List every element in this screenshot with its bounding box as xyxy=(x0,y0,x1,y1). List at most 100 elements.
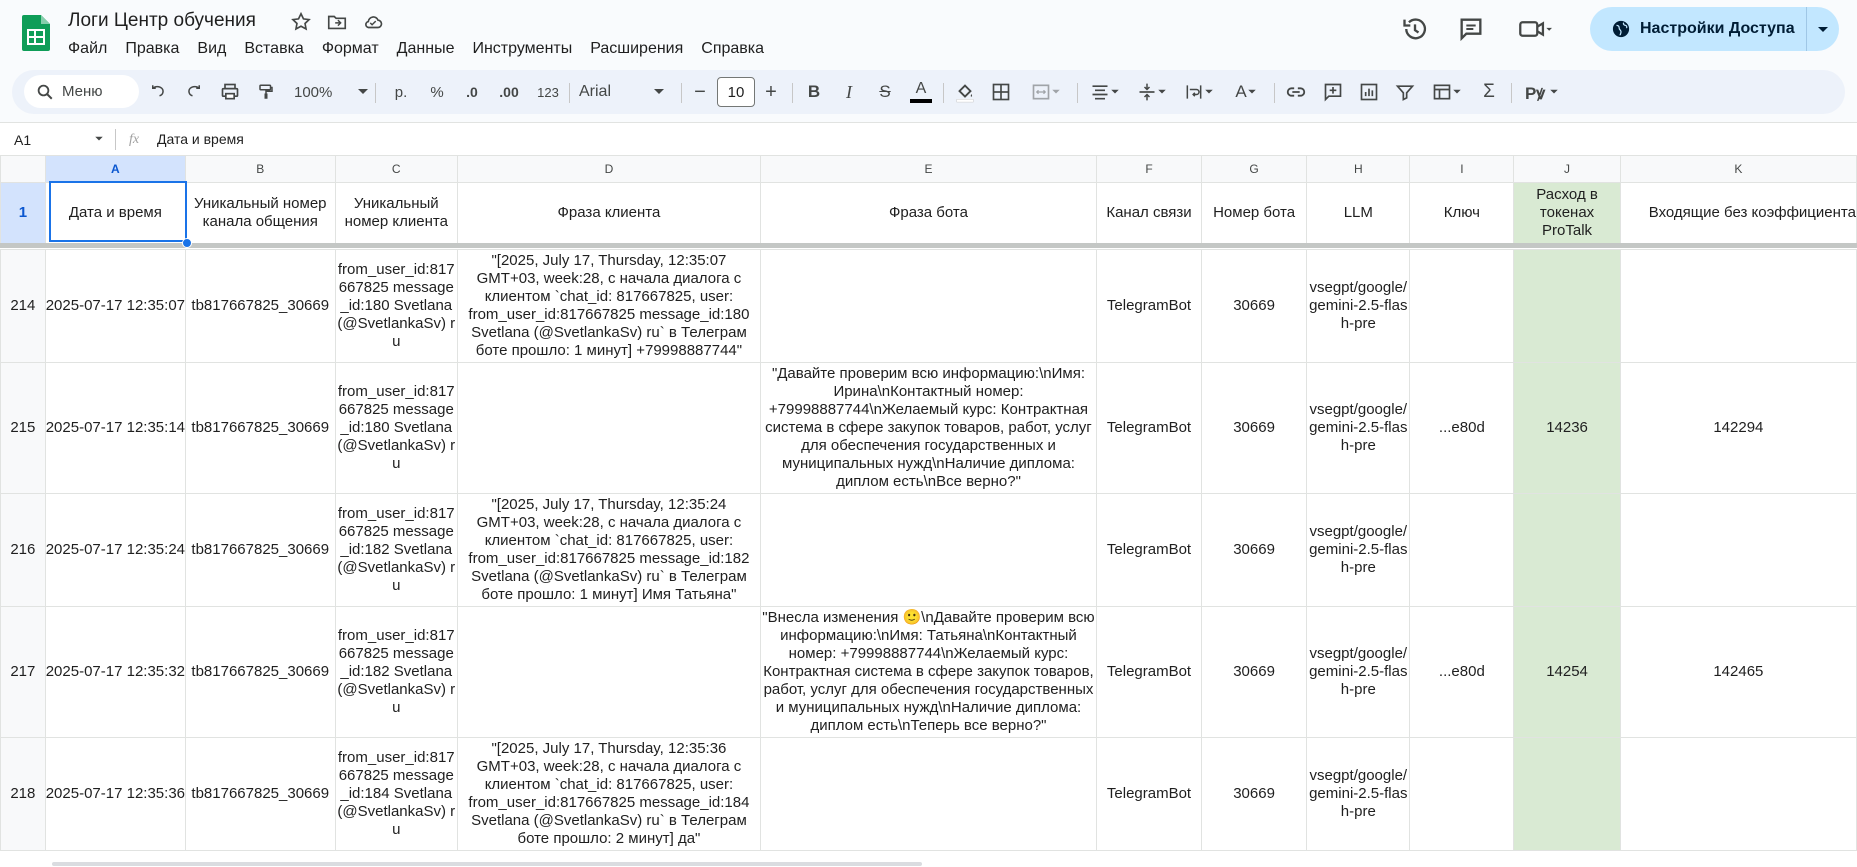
header-cell-llm[interactable]: LLM xyxy=(1306,182,1411,244)
column-header-k[interactable]: K xyxy=(1619,155,1857,183)
cell-channel-id[interactable]: tb817667825_30669 xyxy=(185,737,336,851)
cell-token-usage[interactable]: 14236 xyxy=(1513,362,1621,494)
cell-client-id[interactable]: from_user_id:817667825 message_id:180 Sv… xyxy=(334,362,459,494)
zoom-dropdown-icon[interactable] xyxy=(357,88,369,96)
cell-llm[interactable]: vsegpt/google/gemini-2.5-flash-pre xyxy=(1306,737,1411,851)
borders-button[interactable] xyxy=(988,78,1014,106)
menu-edit[interactable]: Правка xyxy=(116,38,188,60)
cell-incoming[interactable] xyxy=(1619,249,1857,363)
horizontal-align-button[interactable] xyxy=(1085,78,1125,106)
cell-channel[interactable]: TelegramBot xyxy=(1096,249,1202,363)
font-dropdown-icon[interactable] xyxy=(653,88,665,96)
cell-datetime[interactable]: 2025-07-17 12:35:32 xyxy=(44,606,187,738)
cell-channel-id[interactable]: tb817667825_30669 xyxy=(185,362,336,494)
cell-key[interactable] xyxy=(1409,493,1515,607)
cell-datetime[interactable]: 2025-07-17 12:35:24 xyxy=(44,493,187,607)
header-cell-channel[interactable]: Канал связи xyxy=(1096,182,1202,244)
menu-file[interactable]: Файл xyxy=(60,38,116,60)
cloud-saved-icon[interactable] xyxy=(362,11,384,33)
italic-button[interactable]: I xyxy=(837,78,861,106)
redo-button[interactable] xyxy=(182,78,206,106)
number-format-button[interactable]: 123 xyxy=(533,78,563,106)
functions-button[interactable]: Σ xyxy=(1476,78,1502,106)
percent-format-button[interactable]: % xyxy=(425,78,449,106)
column-header-f[interactable]: F xyxy=(1096,155,1202,183)
row-header[interactable]: 216 xyxy=(0,493,46,607)
cell-datetime[interactable]: 2025-07-17 12:35:36 xyxy=(44,737,187,851)
cell-client-id[interactable]: from_user_id:817667825 message_id:182 Sv… xyxy=(334,493,459,607)
undo-button[interactable] xyxy=(146,78,170,106)
currency-format-button[interactable]: р. xyxy=(387,78,415,106)
cell-token-usage[interactable] xyxy=(1513,737,1621,851)
text-wrapping-button[interactable] xyxy=(1179,78,1219,106)
strikethrough-button[interactable]: S xyxy=(873,78,897,106)
cell-channel[interactable]: TelegramBot xyxy=(1096,362,1202,494)
decrease-decimal-button[interactable]: .0 xyxy=(458,78,486,106)
header-cell-token-usage[interactable]: Расход в токенах ProTalk xyxy=(1513,182,1621,244)
cell-datetime[interactable]: 2025-07-17 12:35:14 xyxy=(44,362,187,494)
insert-chart-button[interactable] xyxy=(1356,78,1382,106)
cell-token-usage[interactable] xyxy=(1513,493,1621,607)
cell-llm[interactable]: vsegpt/google/gemini-2.5-flash-pre xyxy=(1306,493,1411,607)
column-header-d[interactable]: D xyxy=(457,155,761,183)
cell-channel[interactable]: TelegramBot xyxy=(1096,493,1202,607)
header-cell-bot-phrase[interactable]: Фраза бота xyxy=(759,182,1098,244)
cell-channel[interactable]: TelegramBot xyxy=(1096,737,1202,851)
bold-button[interactable]: B xyxy=(802,78,826,106)
insert-link-button[interactable] xyxy=(1283,78,1309,106)
comments-icon[interactable] xyxy=(1457,15,1485,43)
cell-datetime[interactable]: 2025-07-17 12:35:07 xyxy=(44,249,187,363)
font-size-input[interactable]: 10 xyxy=(717,77,755,107)
decrease-font-size-button[interactable]: − xyxy=(689,78,711,106)
sheets-logo-icon[interactable] xyxy=(22,15,50,51)
cell-token-usage[interactable]: 14254 xyxy=(1513,606,1621,738)
column-header-e[interactable]: E xyxy=(759,155,1098,183)
share-button[interactable]: Настройки Доступа xyxy=(1590,7,1805,51)
cell-bot-number[interactable]: 30669 xyxy=(1200,362,1308,494)
select-all-corner[interactable] xyxy=(0,155,46,183)
column-header-i[interactable]: I xyxy=(1409,155,1515,183)
name-box-dropdown-icon[interactable] xyxy=(94,136,104,142)
cell-key[interactable] xyxy=(1409,737,1515,851)
fill-color-button[interactable] xyxy=(952,78,978,106)
cell-bot-phrase[interactable] xyxy=(759,493,1098,607)
row-header[interactable]: 217 xyxy=(0,606,46,738)
meet-icon[interactable] xyxy=(1518,15,1552,43)
row-header[interactable]: 215 xyxy=(0,362,46,494)
cell-bot-number[interactable]: 30669 xyxy=(1200,249,1308,363)
cell-incoming[interactable]: 142465 xyxy=(1619,606,1857,738)
fill-handle[interactable] xyxy=(182,238,192,248)
row-header-1[interactable]: 1 xyxy=(0,182,46,244)
cell-channel-id[interactable]: tb817667825_30669 xyxy=(185,249,336,363)
header-cell-channel-id[interactable]: Уникальный номер канала общения xyxy=(185,182,336,244)
cell-client-phrase[interactable]: "[2025, July 17, Thursday, 12:35:36 GMT+… xyxy=(457,737,761,851)
input-tools-button[interactable]: Рꝟ xyxy=(1520,78,1564,106)
cell-channel-id[interactable]: tb817667825_30669 xyxy=(185,493,336,607)
cell-incoming[interactable]: 142294 xyxy=(1619,362,1857,494)
row-header[interactable]: 218 xyxy=(0,737,46,851)
cell-bot-number[interactable]: 30669 xyxy=(1200,606,1308,738)
cell-channel-id[interactable]: tb817667825_30669 xyxy=(185,606,336,738)
cell-llm[interactable]: vsegpt/google/gemini-2.5-flash-pre xyxy=(1306,362,1411,494)
menu-data[interactable]: Данные xyxy=(388,38,464,60)
column-header-c[interactable]: C xyxy=(334,155,459,183)
cell-bot-phrase[interactable]: "Давайте проверим всю информацию:\nИмя: … xyxy=(759,362,1098,494)
menu-help[interactable]: Справка xyxy=(692,38,773,60)
cell-channel[interactable]: TelegramBot xyxy=(1096,606,1202,738)
menu-search[interactable]: Меню xyxy=(24,75,139,108)
share-dropdown-icon[interactable] xyxy=(1807,7,1839,51)
text-rotation-button[interactable]: A xyxy=(1226,78,1266,106)
header-cell-bot-number[interactable]: Номер бота xyxy=(1200,182,1308,244)
row-header[interactable]: 214 xyxy=(0,249,46,363)
menu-view[interactable]: Вид xyxy=(188,38,235,60)
cell-client-phrase[interactable]: "[2025, July 17, Thursday, 12:35:07 GMT+… xyxy=(457,249,761,363)
document-title[interactable]: Логи Центр обучения xyxy=(68,10,256,32)
increase-font-size-button[interactable]: + xyxy=(760,78,782,106)
column-header-b[interactable]: B xyxy=(185,155,336,183)
column-header-g[interactable]: G xyxy=(1200,155,1308,183)
header-cell-client-id[interactable]: Уникальный номер клиента xyxy=(334,182,459,244)
cell-bot-phrase[interactable]: "Внесла изменения 🙂\nДавайте проверим вс… xyxy=(759,606,1098,738)
cell-client-id[interactable]: from_user_id:817667825 message_id:184 Sv… xyxy=(334,737,459,851)
star-icon[interactable] xyxy=(290,11,312,33)
menu-extensions[interactable]: Расширения xyxy=(581,38,692,60)
